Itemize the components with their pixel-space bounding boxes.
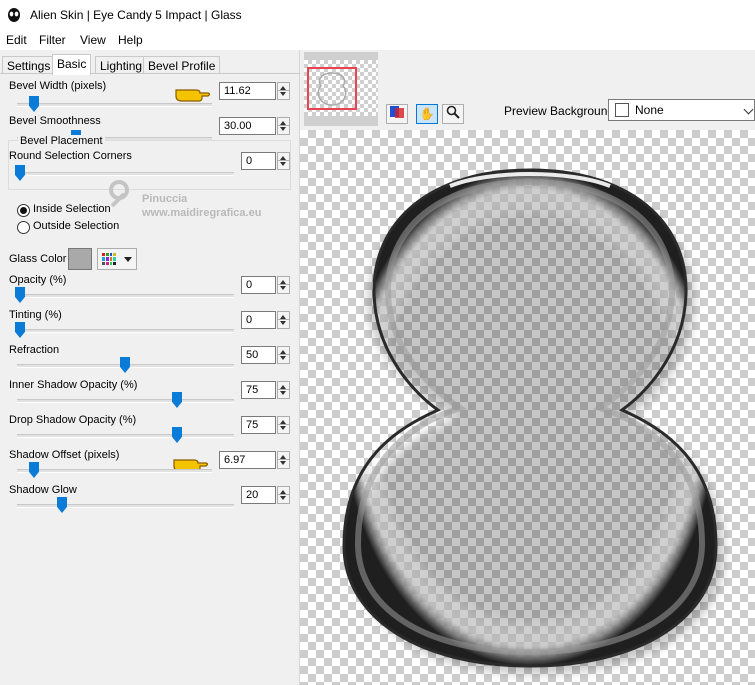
tab-settings[interactable]: Settings: [2, 56, 56, 74]
shadow-offset-spinner[interactable]: [277, 451, 290, 469]
menu-bar: Edit Filter View Help: [0, 30, 755, 50]
navigator-view-frame[interactable]: [307, 67, 357, 110]
tab-divider: [0, 73, 300, 74]
shadow-glow-spinner[interactable]: [277, 486, 290, 504]
chevron-down-icon: [124, 257, 132, 262]
preview-canvas[interactable]: [300, 130, 755, 685]
zoom-tool-button[interactable]: [442, 104, 464, 124]
glass-color-swatch[interactable]: [68, 248, 92, 270]
shadow-offset-slider-track[interactable]: [17, 469, 212, 473]
outside-selection-label[interactable]: Outside Selection: [33, 220, 119, 232]
menu-view[interactable]: View: [80, 33, 106, 47]
bevel-width-label: Bevel Width (pixels): [9, 80, 107, 92]
drop-shadow-input[interactable]: 75: [241, 416, 276, 434]
watermark-logo-icon: [109, 180, 129, 208]
shadow-glow-slider-track[interactable]: [17, 504, 234, 508]
bevel-width-spinner[interactable]: [277, 82, 290, 100]
chevron-down-icon: [743, 104, 754, 115]
tinting-spinner[interactable]: [277, 311, 290, 329]
tab-basic[interactable]: Basic: [52, 54, 92, 75]
title-bar: Alien Skin | Eye Candy 5 Impact | Glass: [0, 0, 755, 30]
shadow-offset-label: Shadow Offset (pixels): [9, 449, 120, 461]
bevel-smoothness-input[interactable]: 30.00: [219, 117, 276, 135]
bevel-width-slider-track[interactable]: [17, 103, 212, 107]
tinting-input[interactable]: 0: [241, 311, 276, 329]
inside-selection-radio[interactable]: [17, 204, 30, 217]
refraction-input[interactable]: 50: [241, 346, 276, 364]
bevel-placement-title: Bevel Placement: [18, 135, 105, 147]
opacity-label: Opacity (%): [9, 274, 67, 286]
opacity-slider-track[interactable]: [17, 294, 234, 298]
menu-help[interactable]: Help: [118, 33, 143, 47]
tinting-label: Tinting (%): [9, 309, 62, 321]
menu-edit[interactable]: Edit: [6, 33, 27, 47]
watermark-name: Pinuccia: [142, 193, 188, 205]
drop-shadow-slider-track[interactable]: [17, 434, 234, 438]
hand-tool-button[interactable]: ✋: [416, 104, 438, 124]
drop-shadow-spinner[interactable]: [277, 416, 290, 434]
pointing-hand-icon: [175, 89, 211, 102]
tab-lighting[interactable]: Lighting: [95, 56, 148, 74]
background-swatch: [615, 103, 629, 117]
refraction-label: Refraction: [9, 344, 60, 356]
menu-filter[interactable]: Filter: [39, 33, 66, 47]
preview-background-value: None: [635, 103, 664, 117]
tab-bevel-profile[interactable]: Bevel Profile: [143, 56, 221, 74]
shadow-offset-input[interactable]: 6.97: [219, 451, 276, 469]
inner-shadow-input[interactable]: 75: [241, 381, 276, 399]
refraction-spinner[interactable]: [277, 346, 290, 364]
shadow-glow-input[interactable]: 20: [241, 486, 276, 504]
compare-icon: [390, 106, 404, 118]
opacity-input[interactable]: 0: [241, 276, 276, 294]
tinting-slider-track[interactable]: [17, 329, 234, 333]
inner-shadow-label: Inner Shadow Opacity (%): [9, 379, 138, 391]
bevel-smoothness-label: Bevel Smoothness: [9, 115, 101, 127]
inner-shadow-slider-track[interactable]: [17, 399, 234, 403]
inside-selection-label[interactable]: Inside Selection: [33, 203, 111, 215]
outside-selection-radio[interactable]: [17, 221, 30, 234]
glass-figure-eight: [342, 168, 724, 674]
opacity-spinner[interactable]: [277, 276, 290, 294]
shadow-glow-label: Shadow Glow: [9, 484, 77, 496]
preview-background-select[interactable]: None: [608, 99, 755, 121]
bevel-smoothness-spinner[interactable]: [277, 117, 290, 135]
magnifier-icon: [446, 105, 460, 119]
inner-shadow-spinner[interactable]: [277, 381, 290, 399]
bevel-placement-group: [8, 140, 291, 190]
watermark-url: www.maidiregrafica.eu: [142, 207, 262, 219]
bevel-width-input[interactable]: 11.62: [219, 82, 276, 100]
color-palette-button[interactable]: [97, 248, 137, 270]
drop-shadow-label: Drop Shadow Opacity (%): [9, 414, 137, 426]
alien-skin-icon: [8, 8, 20, 22]
hand-icon: ✋: [419, 107, 435, 121]
preview-background-label: Preview Background:: [504, 104, 618, 118]
palette-icon: [102, 253, 116, 265]
toggle-preview-icon[interactable]: [386, 104, 408, 124]
window-title: Alien Skin | Eye Candy 5 Impact | Glass: [30, 8, 242, 22]
glass-color-label: Glass Color: [9, 253, 67, 265]
